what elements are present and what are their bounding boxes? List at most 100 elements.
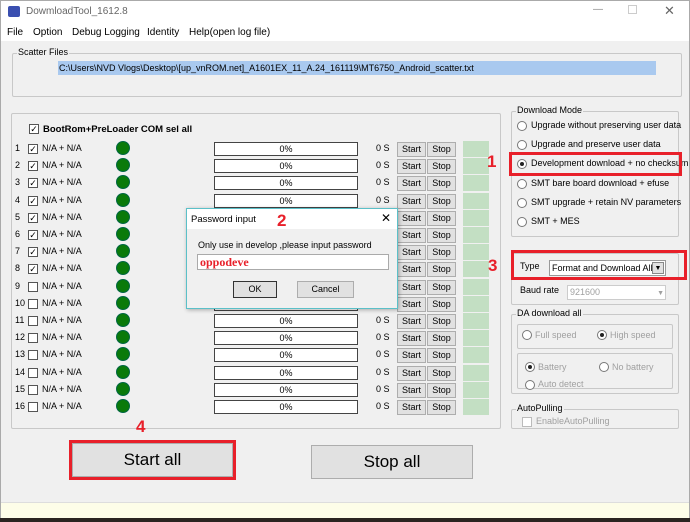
- no-battery-radio[interactable]: [599, 362, 609, 372]
- full-speed-radio[interactable]: [522, 330, 532, 340]
- download-mode-radio[interactable]: [517, 198, 527, 208]
- port-status-box: [463, 141, 489, 157]
- port-stop-button[interactable]: Stop: [427, 400, 456, 415]
- start-all-button[interactable]: Start all: [72, 443, 233, 477]
- port-status-box: [463, 399, 489, 415]
- menu-debug-logging[interactable]: Debug Logging: [72, 27, 140, 38]
- port-progress-bar: 0%: [214, 159, 358, 174]
- menu-help[interactable]: Help(open log file): [189, 27, 270, 38]
- port-progress-bar: 0%: [214, 348, 358, 363]
- type-select[interactable]: Format and Download All ▼: [549, 260, 666, 276]
- port-start-button[interactable]: Start: [397, 348, 426, 364]
- port-checkbox[interactable]: ✓: [28, 230, 38, 240]
- port-start-button[interactable]: Start: [397, 142, 426, 157]
- port-checkbox[interactable]: [28, 333, 38, 344]
- download-mode-option: Upgrade without preserving user data: [531, 120, 682, 130]
- port-checkbox[interactable]: [28, 367, 38, 378]
- chevron-down-icon[interactable]: ▼: [657, 287, 664, 300]
- scatter-path-field[interactable]: C:\Users\NVD Vlogs\Desktop\[up_vnROM.net…: [58, 61, 656, 75]
- port-start-button[interactable]: Start: [397, 382, 426, 398]
- cancel-button[interactable]: Cancel: [297, 281, 354, 298]
- port-stop-button[interactable]: Stop: [427, 210, 456, 226]
- baud-rate-select[interactable]: 921600 ▼: [567, 285, 666, 300]
- port-stop-button[interactable]: Stop: [427, 314, 456, 329]
- port-checkbox[interactable]: ✓: [28, 144, 38, 154]
- chevron-down-icon[interactable]: ▼: [652, 262, 664, 274]
- port-start-button[interactable]: Start: [397, 314, 426, 329]
- auto-detect-label: Auto detect: [538, 379, 584, 389]
- maximize-icon[interactable]: [628, 5, 637, 14]
- port-start-button[interactable]: Start: [397, 210, 426, 226]
- port-stop-button[interactable]: Stop: [427, 348, 456, 364]
- port-number: 2: [15, 160, 21, 171]
- port-checkbox[interactable]: ✓: [28, 264, 38, 275]
- download-mode-radio[interactable]: [517, 179, 527, 189]
- port-stop-button[interactable]: Stop: [427, 279, 456, 295]
- port-checkbox[interactable]: ✓: [28, 178, 38, 189]
- port-stop-button[interactable]: Stop: [427, 193, 456, 209]
- port-start-button[interactable]: Start: [397, 193, 426, 209]
- port-name: N/A + N/A: [42, 315, 82, 325]
- port-start-button[interactable]: Start: [397, 262, 426, 278]
- port-checkbox[interactable]: [28, 298, 38, 309]
- port-stop-button[interactable]: Stop: [427, 159, 456, 175]
- download-mode-radio[interactable]: [517, 140, 527, 150]
- port-start-button[interactable]: Start: [397, 400, 426, 415]
- battery-radio[interactable]: [525, 362, 535, 372]
- port-start-button[interactable]: Start: [397, 279, 426, 295]
- port-checkbox[interactable]: [28, 350, 38, 361]
- port-stop-button[interactable]: Stop: [427, 262, 456, 278]
- close-icon[interactable]: ✕: [381, 211, 391, 225]
- sel-all-checkbox[interactable]: ✓: [29, 124, 39, 134]
- port-name: N/A + N/A: [42, 349, 82, 360]
- port-start-button[interactable]: Start: [397, 245, 426, 261]
- port-start-button[interactable]: Start: [397, 176, 426, 192]
- port-status-box: [463, 313, 489, 329]
- enable-autopulling-checkbox[interactable]: [522, 417, 532, 427]
- port-progress-bar: 0%: [214, 382, 358, 397]
- port-name: N/A + N/A: [42, 246, 82, 257]
- port-number: 5: [15, 211, 21, 222]
- port-checkbox[interactable]: [28, 402, 38, 412]
- port-start-button[interactable]: Start: [397, 159, 426, 175]
- port-checkbox[interactable]: [28, 281, 38, 292]
- menu-option[interactable]: Option: [33, 27, 62, 38]
- port-stop-button[interactable]: Stop: [427, 228, 456, 243]
- port-stop-button[interactable]: Stop: [427, 176, 456, 192]
- password-input[interactable]: oppodeve: [197, 254, 389, 270]
- port-stop-button[interactable]: Stop: [427, 365, 456, 381]
- port-checkbox[interactable]: ✓: [28, 161, 38, 172]
- minimize-icon[interactable]: —: [593, 4, 603, 15]
- high-speed-radio[interactable]: [597, 330, 607, 340]
- menu-identity[interactable]: Identity: [147, 27, 179, 38]
- auto-detect-radio[interactable]: [525, 380, 535, 390]
- scatter-files-group: Scatter Files C:\Users\NVD Vlogs\Desktop…: [12, 47, 682, 97]
- menu-file[interactable]: File: [7, 27, 23, 38]
- port-start-button[interactable]: Start: [397, 228, 426, 243]
- port-stop-button[interactable]: Stop: [427, 142, 456, 157]
- port-start-button[interactable]: Start: [397, 331, 426, 347]
- port-time: 0 S: [376, 160, 390, 171]
- port-checkbox[interactable]: [28, 316, 38, 326]
- port-stop-button[interactable]: Stop: [427, 331, 456, 347]
- status-led-icon: [116, 381, 130, 396]
- port-checkbox[interactable]: ✓: [28, 212, 38, 223]
- download-mode-radio[interactable]: [517, 121, 527, 131]
- stop-all-button[interactable]: Stop all: [311, 445, 473, 479]
- port-start-button[interactable]: Start: [397, 296, 426, 312]
- annotation-1: 1: [487, 152, 497, 171]
- port-checkbox[interactable]: ✓: [28, 195, 38, 206]
- port-progress-bar: 0%: [214, 142, 358, 156]
- port-stop-button[interactable]: Stop: [427, 296, 456, 312]
- close-icon[interactable]: ✕: [664, 3, 675, 19]
- port-time: 0 S: [376, 366, 390, 377]
- port-stop-button[interactable]: Stop: [427, 245, 456, 261]
- port-checkbox[interactable]: [28, 384, 38, 395]
- download-mode-radio[interactable]: [517, 217, 527, 227]
- port-name: N/A + N/A: [42, 383, 82, 394]
- status-led-icon: [116, 364, 130, 379]
- ok-button[interactable]: OK: [233, 281, 277, 298]
- port-stop-button[interactable]: Stop: [427, 382, 456, 398]
- port-checkbox[interactable]: ✓: [28, 247, 38, 258]
- port-start-button[interactable]: Start: [397, 365, 426, 381]
